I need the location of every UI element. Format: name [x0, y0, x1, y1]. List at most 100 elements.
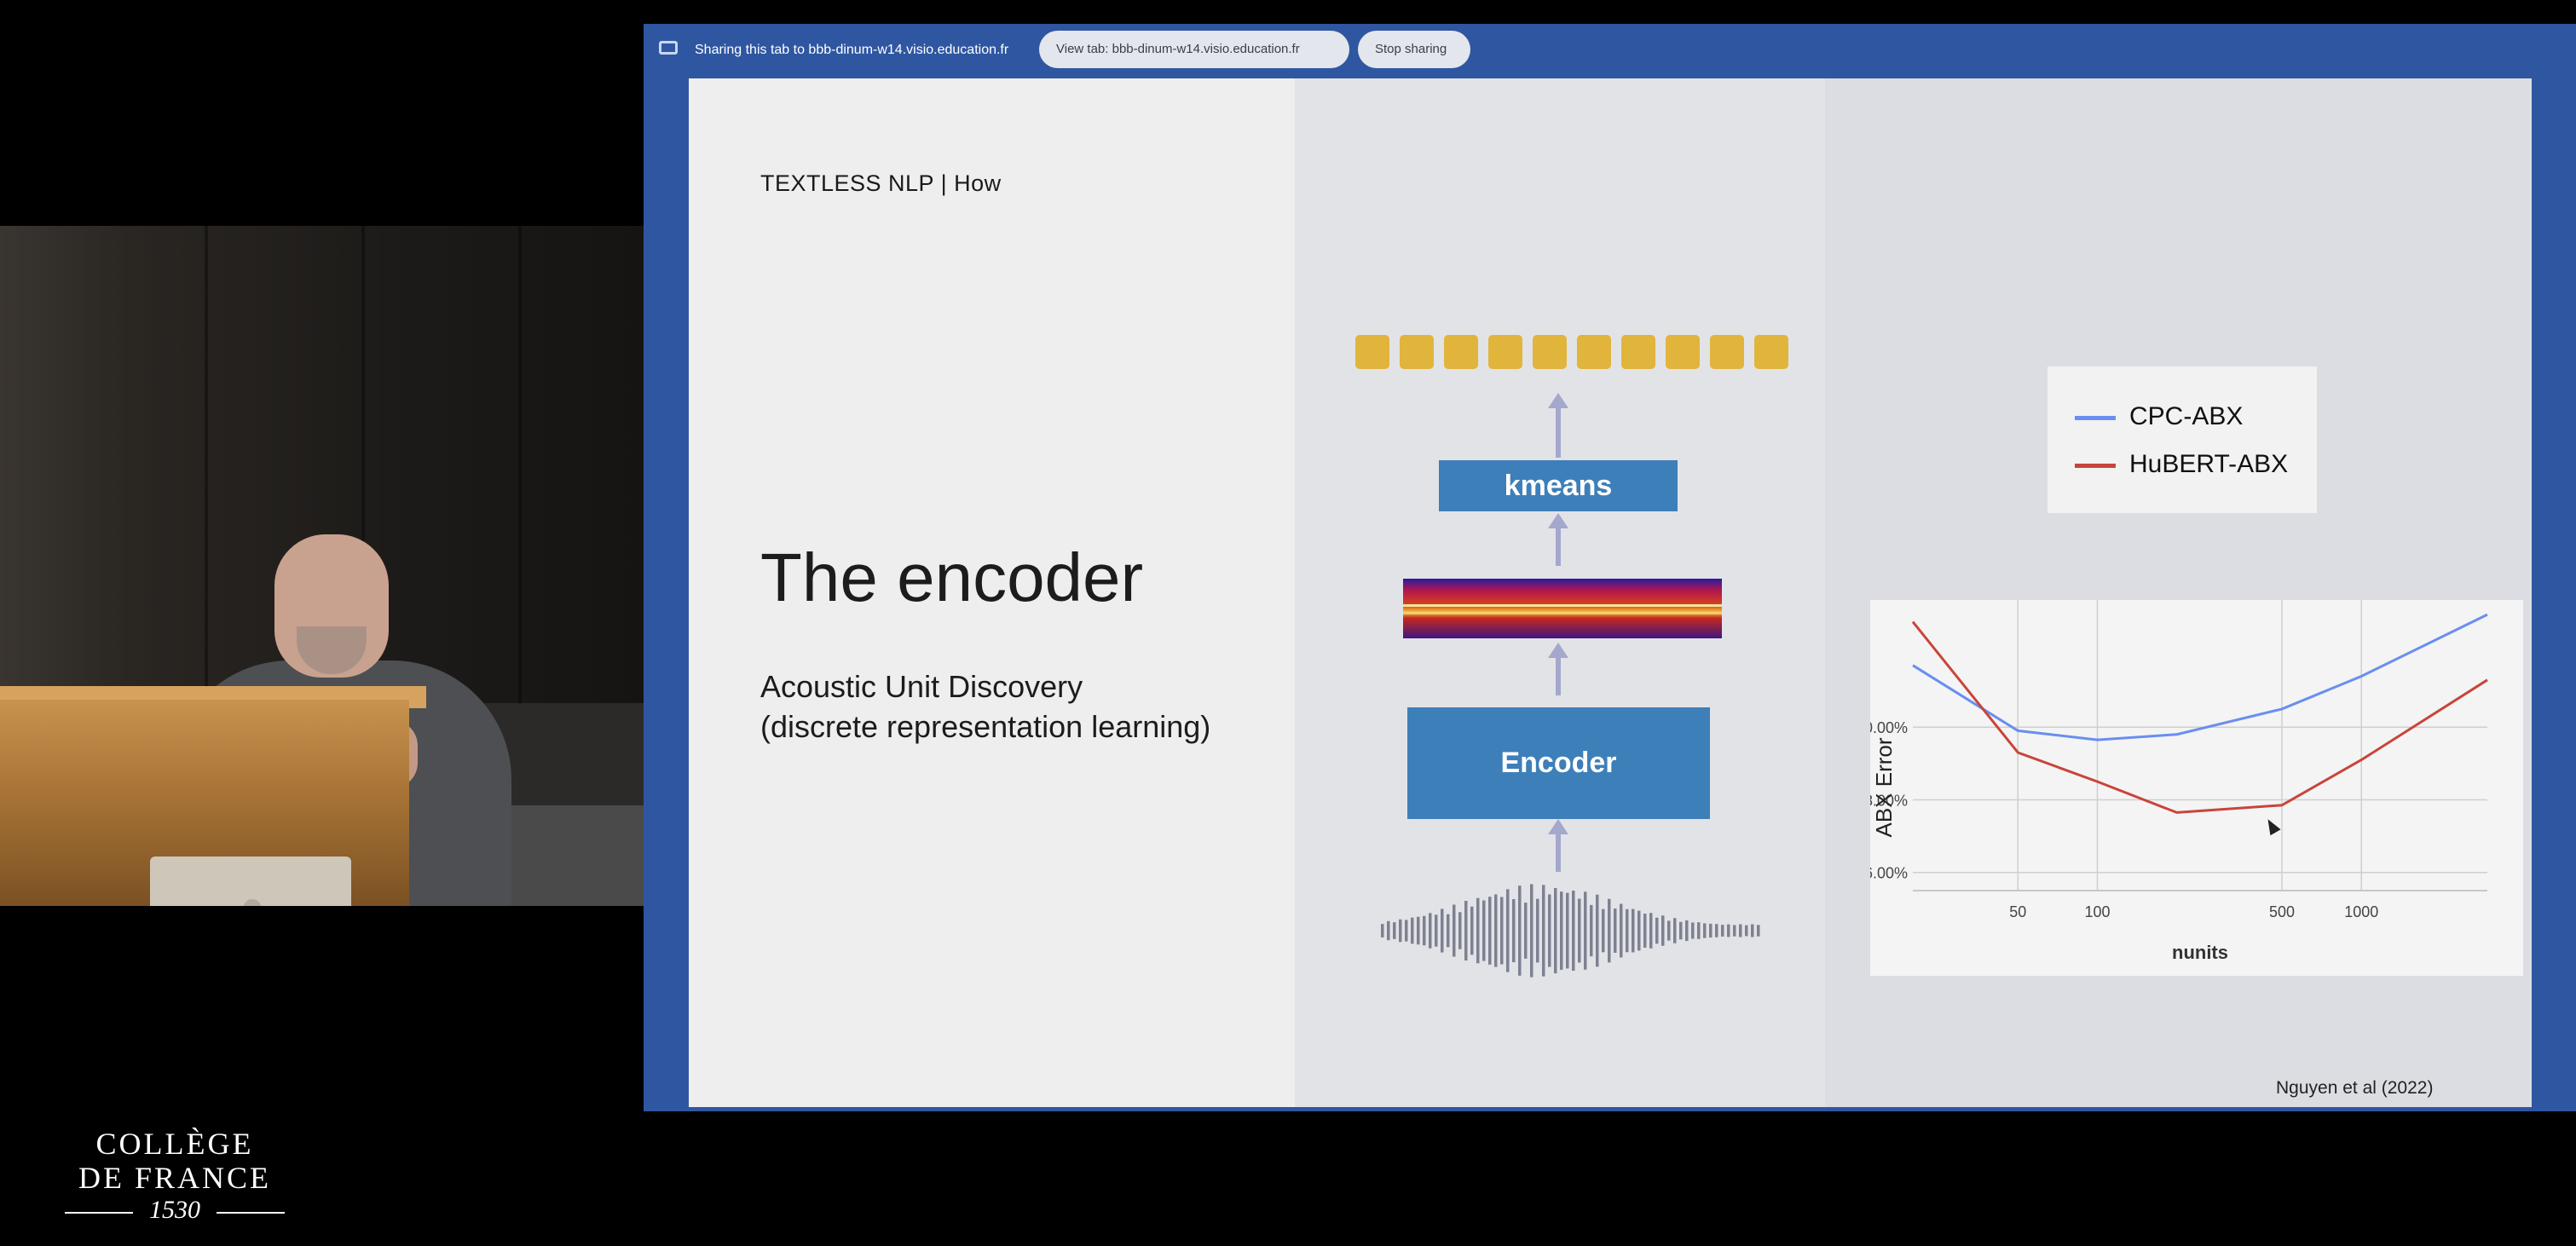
screen-cast-icon	[659, 41, 678, 55]
kmeans-box: kmeans	[1439, 460, 1678, 511]
arrow-to-spectrogram	[1548, 643, 1568, 695]
logo-rule-right	[217, 1212, 285, 1214]
shared-screen: Sharing this tab to bbb-dinum-w14.visio.…	[644, 24, 2576, 1111]
waveform-bar	[1518, 885, 1522, 976]
waveform-bar	[1500, 897, 1504, 965]
legend-label-cpc: CPC-ABX	[2129, 402, 2244, 430]
waveform-bar	[1697, 922, 1701, 939]
unit-square	[1577, 335, 1611, 369]
waveform-bar	[1721, 925, 1724, 937]
waveform-bar	[1512, 898, 1516, 963]
stop-sharing-button[interactable]: Stop sharing	[1358, 31, 1470, 68]
waveform-bar	[1536, 898, 1539, 963]
audio-waveform-icon	[1381, 884, 1760, 978]
waveform-bar	[1393, 922, 1396, 939]
slide-header: TEXTLESS NLP | How	[760, 170, 1002, 196]
unit-square	[1621, 335, 1655, 369]
waveform-bar	[1709, 923, 1713, 938]
waveform-bar	[1435, 914, 1438, 947]
chart-svg: 5010050010006.00%8.00%10.00%nunitsABX Er…	[1870, 600, 2488, 963]
legend-label-hubert: HuBERT-ABX	[2129, 450, 2289, 478]
waveform-bar	[1751, 924, 1754, 937]
waveform-bar	[1429, 913, 1432, 949]
waveform-bar	[1476, 897, 1480, 964]
x-tick-label: 500	[2269, 903, 2295, 920]
waveform-bar	[1464, 901, 1468, 960]
discrete-units-row	[1355, 335, 1790, 369]
sharing-status-text: Sharing this tab to bbb-dinum-w14.visio.…	[695, 43, 1009, 57]
slide-subtitle-line2: (discrete representation learning)	[760, 709, 1211, 744]
y-tick-label: 10.00%	[1870, 719, 1908, 736]
speaker-video	[0, 226, 644, 906]
unit-square	[1488, 335, 1522, 369]
unit-square	[1400, 335, 1434, 369]
waveform-bar	[1506, 889, 1510, 972]
waveform-bar	[1458, 912, 1462, 949]
waveform-bar	[1494, 894, 1498, 967]
waveform-bar	[1673, 918, 1677, 943]
waveform-bar	[1578, 898, 1581, 963]
waveform-bar	[1584, 891, 1587, 970]
waveform-bar	[1602, 909, 1605, 953]
waveform-bar	[1733, 925, 1736, 937]
logo-year-row: 1530	[60, 1195, 290, 1226]
waveform-bar	[1560, 891, 1563, 970]
waveform-bar	[1554, 887, 1557, 974]
waveform-bar	[1488, 897, 1492, 965]
waveform-bar	[1661, 915, 1665, 946]
unit-square	[1533, 335, 1567, 369]
waveform-bar	[1715, 924, 1718, 937]
slide-citation: Nguyen et al (2022)	[2276, 1078, 2434, 1098]
waveform-bar	[1530, 884, 1533, 978]
waveform-bar	[1470, 906, 1474, 955]
waveform-bar	[1667, 920, 1671, 941]
waveform-bar	[1417, 916, 1420, 945]
waveform-bar	[1620, 903, 1623, 958]
waveform-bar	[1745, 925, 1748, 937]
waveform-bar	[1590, 904, 1593, 957]
waveform-bar	[1649, 913, 1653, 949]
unit-square	[1666, 335, 1700, 369]
waveform-bar	[1411, 917, 1414, 944]
logo-year: 1530	[149, 1196, 200, 1224]
slide-title: The encoder	[760, 539, 1144, 615]
unit-square	[1444, 335, 1478, 369]
waveform-bar	[1739, 924, 1742, 937]
x-tick-label: 1000	[2344, 903, 2378, 920]
waveform-bar	[1482, 900, 1486, 961]
logo-rule-left	[65, 1212, 133, 1214]
slide-subtitle-line1: Acoustic Unit Discovery	[760, 669, 1083, 704]
series-line	[1911, 620, 2488, 814]
waveform-bar	[1637, 910, 1641, 951]
legend-line-hubert	[2075, 464, 2116, 468]
waveform-bar	[1596, 894, 1599, 967]
x-axis-label: nunits	[2172, 942, 2228, 963]
series-line	[1912, 613, 2488, 741]
waveform-bar	[1447, 914, 1450, 948]
waveform-bar	[1399, 919, 1402, 943]
unit-square	[1754, 335, 1788, 369]
waveform-bar	[1632, 909, 1635, 953]
y-tick-label: 6.00%	[1870, 865, 1908, 882]
logo-line1: COLLÈGE	[95, 1127, 254, 1161]
view-tab-button[interactable]: View tab: bbb-dinum-w14.visio.education.…	[1039, 31, 1349, 68]
waveform-bar	[1381, 924, 1384, 937]
waveform-bar	[1441, 909, 1444, 953]
waveform-bar	[1387, 920, 1390, 941]
unit-square	[1355, 335, 1389, 369]
waveform-bar	[1453, 904, 1456, 957]
arrow-to-kmeans	[1548, 513, 1568, 566]
y-axis-label: ABX Error	[1871, 737, 1897, 837]
waveform-bar	[1542, 885, 1545, 977]
waveform-bar	[1655, 917, 1659, 944]
waveform-bar	[1566, 892, 1569, 969]
waveform-bar	[1727, 924, 1730, 937]
presentation-slide: TEXTLESS NLP | How The encoder Acoustic …	[689, 78, 2532, 1107]
waveform-bar	[1703, 923, 1707, 938]
logo-line2: DE FRANCE	[78, 1161, 272, 1195]
waveform-bar	[1643, 914, 1647, 948]
waveform-bar	[1405, 920, 1408, 942]
encoder-box: Encoder	[1407, 707, 1710, 819]
chart-legend: CPC-ABX HuBERT-ABX	[2048, 366, 2317, 513]
arrow-to-encoder	[1548, 819, 1568, 872]
